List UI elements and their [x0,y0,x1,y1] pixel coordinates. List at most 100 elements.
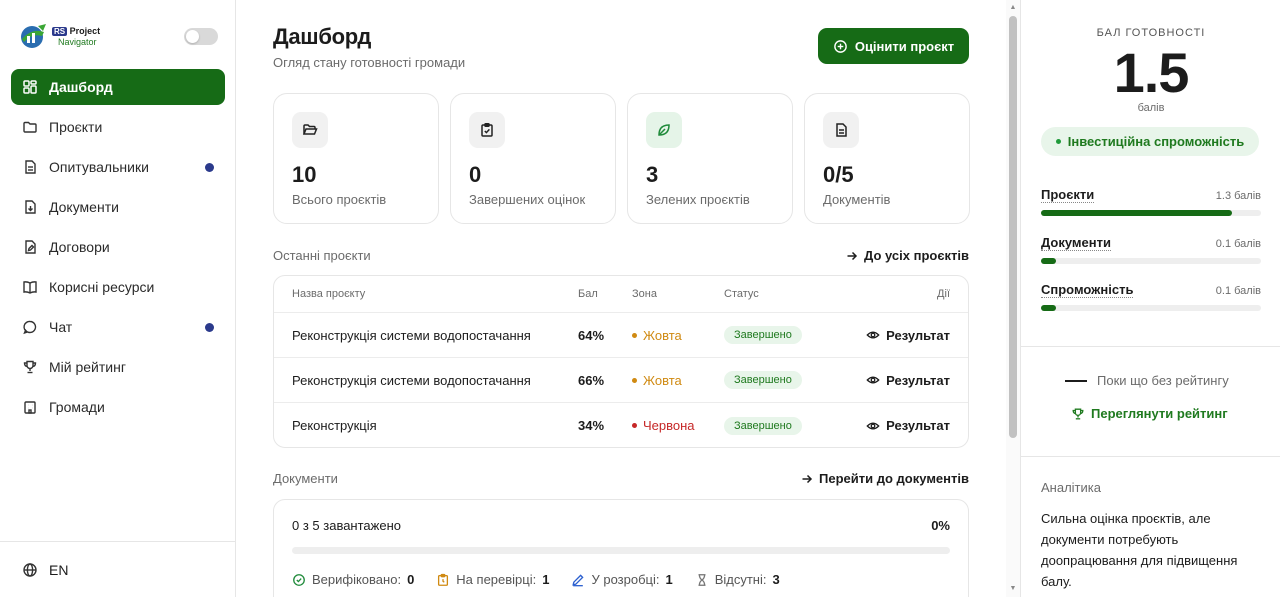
zone-dot [632,377,637,383]
file-download-icon [25,200,36,214]
rating-card: Поки що без рейтингу Переглянути рейтинг [1021,347,1280,457]
result-button[interactable]: Результат [844,418,968,433]
main-scrollbar[interactable]: ▲ ▼ [1006,0,1020,597]
document-icon [836,123,847,137]
analytics-section: Аналітика Сильна оцінка проєктів, але до… [1041,480,1261,592]
legend-value: 1 [665,572,673,587]
legend-label: На перевірці: [456,572,537,587]
metric-name[interactable]: Документи [1041,235,1111,251]
sidebar-item-my-rating[interactable]: Мій рейтинг [11,349,225,385]
metric-bar-fill [1041,210,1233,216]
result-button[interactable]: Результат [844,373,968,388]
col-score-header: Бал [578,288,598,300]
sidebar-item-resources[interactable]: Корисні ресурси [11,269,225,305]
stat-icon-box [646,112,682,148]
folder-open-icon [302,124,318,135]
category-label: Інвестиційна спроможність [1067,134,1245,149]
analytics-text: Сильна оцінка проєктів, але документи по… [1041,511,1238,589]
metric-bar-fill [1041,305,1057,311]
sidebar-item-documents[interactable]: Документи [11,189,225,225]
clipboard-clock-icon [438,573,449,586]
check-circle-icon [293,573,305,586]
document-icon [25,160,36,174]
stat-value: 0/5 [823,162,854,187]
building-icon [24,401,36,414]
sidebar-item-surveys[interactable]: Опитувальники [11,149,225,185]
metric-bar [1041,210,1261,216]
rating-status: Поки що без рейтингу [1065,373,1229,388]
sidebar-item-communities[interactable]: Громади [11,389,225,425]
project-zone: Червона [632,418,724,433]
scroll-thumb[interactable] [1009,16,1017,438]
readiness-panel: БАЛ ГОТОВНОСТІ 1.5 балів Інвестиційна сп… [1020,0,1280,597]
col-actions-header: Дії [937,288,950,300]
evaluate-project-button[interactable]: Оцінити проєкт [818,28,969,64]
sidebar-item-contracts[interactable]: Договори [11,229,225,265]
zone-label: Жовта [643,327,682,343]
hourglass-icon [698,573,706,586]
page-title: Дашборд [273,24,372,49]
legend-label: Верифіковано: [312,572,402,587]
sidebar-item-label: Договори [49,239,110,255]
result-button[interactable]: Результат [844,328,968,343]
metric-name[interactable]: Спроможність [1041,282,1134,298]
language-switch[interactable]: EN [0,541,236,597]
project-score: 34% [578,418,605,433]
theme-toggle[interactable] [184,28,218,45]
view-rating-link[interactable]: Переглянути рейтинг [1071,406,1228,421]
eye-icon [866,422,880,429]
scroll-down-icon[interactable]: ▼ [1009,585,1017,593]
readiness-score: 1.5 [1113,41,1190,104]
sidebar-item-projects[interactable]: Проєкти [11,109,225,145]
stat-icon-box [823,112,859,148]
eye-icon [866,331,880,339]
readiness-category-badge: Інвестиційна спроможність [1041,127,1259,156]
stat-value: 3 [646,162,659,187]
pencil-icon [572,573,585,586]
trophy-icon [1072,408,1084,419]
uploaded-count: 0 з 5 завантажено [292,518,401,533]
stat-icon-box [292,112,328,148]
go-to-documents-link[interactable]: Перейти до документів [801,471,969,486]
eye-icon [866,376,880,384]
project-name: Реконструкція системи водопостачання [292,372,531,388]
recent-projects-heading: Останні проєкти [273,248,371,263]
legend-label: Відсутні: [714,572,767,587]
all-projects-label: До усіх проєктів [864,248,969,263]
sidebar-item-label: Чат [49,319,73,335]
clipboard-check-icon [481,123,493,137]
arrow-right-icon [802,474,813,483]
arrow-right-icon [847,251,858,260]
readiness-card: БАЛ ГОТОВНОСТІ 1.5 балів Інвестиційна сп… [1021,0,1280,347]
uploaded-percent: 0% [931,518,950,533]
scroll-up-icon[interactable]: ▲ [1009,4,1017,12]
language-label: EN [49,561,69,578]
status-badge: Завершено [724,416,802,435]
all-projects-link[interactable]: До усіх проєктів [846,248,969,263]
zone-dot [632,332,637,338]
stat-label: Завершених оцінок [469,192,586,207]
documents-legend: Верифіковано: 0 На перевірці: 1 У розроб… [292,572,950,587]
metric-bar [1041,258,1261,264]
brand-rs: RS [52,26,68,36]
category-dot [1055,139,1061,144]
stat-card-documents: 0/5 Документів [804,93,970,224]
sidebar-item-chat[interactable]: Чат [11,309,225,345]
result-label: Результат [886,372,950,388]
sidebar-item-dashboard[interactable]: Дашборд [11,69,225,105]
legend-verified: Верифіковано: 0 [292,572,414,587]
logo-icon [21,24,46,48]
analytics-heading: Аналітика [1041,480,1101,495]
table-row: Реконструкція системи водопостачання 66%… [274,358,968,403]
sidebar-item-label: Документи [49,199,119,215]
brand-logo[interactable]: RS Project Navigator [18,22,100,50]
chat-icon [23,320,37,335]
brand-text: RS Project Navigator [52,26,100,47]
legend-value: 0 [407,572,415,587]
documents-progress-bar [292,547,950,554]
metric-name[interactable]: Проєкти [1041,187,1095,203]
trophy-icon [23,360,37,374]
table-row: Реконструкція 34% Червона Завершено Резу… [274,403,968,447]
project-status: Завершено [724,326,844,344]
main-content: Дашборд Огляд стану готовності громади О… [236,0,1006,597]
